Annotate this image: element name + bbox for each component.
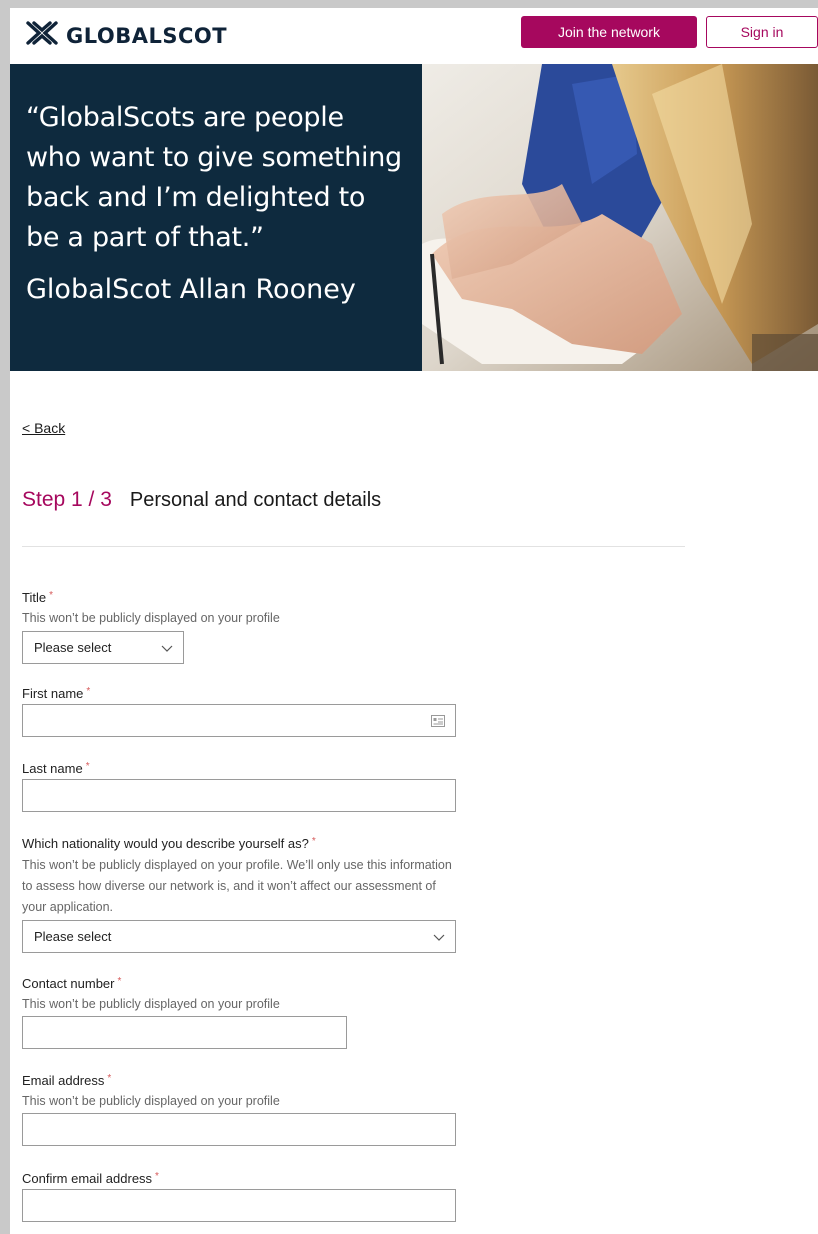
hero-banner: “GlobalScots are people who want to give…: [10, 64, 818, 371]
logo[interactable]: GLOBALSCOT: [24, 20, 227, 51]
required-marker: *: [49, 590, 53, 601]
contact-card-icon[interactable]: [431, 715, 445, 727]
title-select-value: Please select: [34, 640, 112, 655]
required-marker: *: [107, 1073, 112, 1084]
email-field[interactable]: [22, 1113, 456, 1146]
last-name-label: Last name *: [22, 761, 90, 776]
nationality-hint: This won’t be publicly displayed on your…: [22, 858, 452, 914]
confirm-email-field[interactable]: [22, 1189, 456, 1222]
nationality-label: Which nationality would you describe you…: [22, 836, 316, 851]
required-marker: *: [86, 686, 91, 697]
step-number: Step 1 / 3: [22, 488, 112, 511]
hero-quote-author: GlobalScot Allan Rooney: [26, 274, 356, 305]
nationality-select[interactable]: Please select: [22, 920, 456, 953]
email-hint: This won’t be publicly displayed on your…: [22, 1094, 280, 1108]
chevron-down-icon: [433, 934, 445, 941]
divider: [22, 546, 685, 547]
site-header: GLOBALSCOT Join the network Sign in: [10, 8, 818, 64]
contact-number-hint: This won’t be publicly displayed on your…: [22, 997, 280, 1011]
title-select[interactable]: Please select: [22, 631, 184, 664]
back-link[interactable]: < Back: [22, 420, 65, 436]
required-marker: *: [85, 761, 90, 772]
nationality-select-value: Please select: [34, 929, 112, 944]
confirm-email-label: Confirm email address *: [22, 1171, 159, 1186]
contact-number-field[interactable]: [22, 1016, 347, 1049]
title-label: Title *: [22, 590, 53, 605]
step-title: Personal and contact details: [129, 489, 382, 511]
required-marker: *: [311, 836, 316, 847]
title-hint: This won’t be publicly displayed on your…: [22, 611, 280, 625]
sign-in-button[interactable]: Sign in: [706, 16, 818, 48]
required-marker: *: [117, 976, 122, 987]
globalscot-saltire-icon: [24, 20, 60, 51]
hero-quote: “GlobalScots are people who want to give…: [26, 102, 402, 253]
hero-photo: [422, 64, 818, 371]
logo-text: GLOBALSCOT: [66, 23, 228, 48]
last-name-field[interactable]: [22, 779, 456, 812]
contact-number-label: Contact number *: [22, 976, 122, 991]
page-frame: GLOBALSCOT Join the network Sign in “Glo…: [10, 8, 818, 1234]
chevron-down-icon: [161, 645, 173, 652]
required-marker: *: [155, 1171, 159, 1182]
join-network-button[interactable]: Join the network: [521, 16, 697, 48]
first-name-field[interactable]: [22, 704, 456, 737]
hero-quote-panel: “GlobalScots are people who want to give…: [10, 64, 422, 371]
first-name-label: First name *: [22, 686, 91, 701]
step-heading: Step 1 / 3 Personal and contact details: [22, 488, 381, 512]
email-label: Email address *: [22, 1073, 112, 1088]
